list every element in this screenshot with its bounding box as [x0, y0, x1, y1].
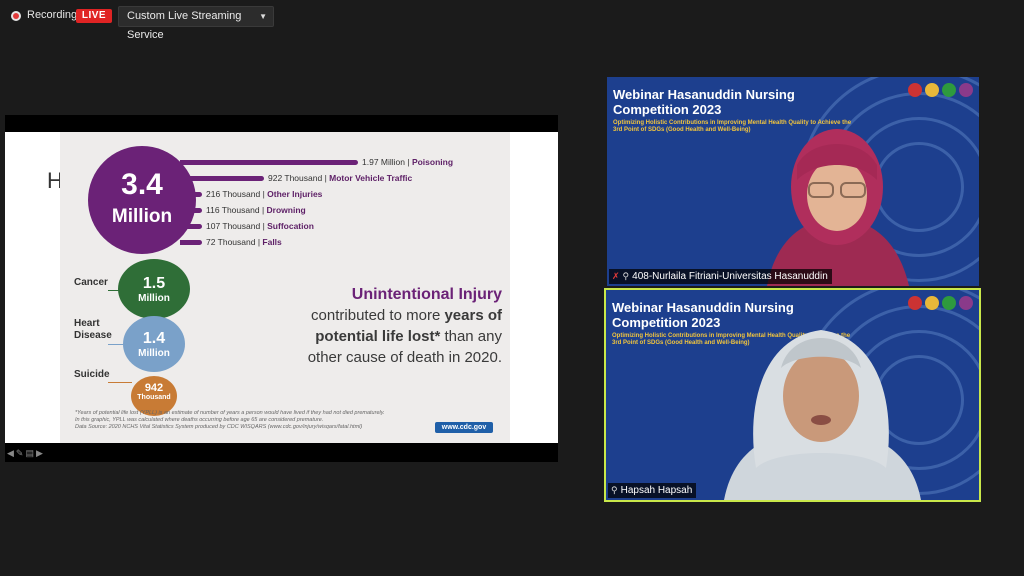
headline-line-2: potential life lost* than any: [315, 328, 502, 345]
slides-icon[interactable]: ▤: [25, 448, 34, 458]
logo-icon: [925, 296, 939, 310]
streaming-service-label: Custom Live Streaming Service: [127, 10, 242, 41]
infographic-headline: Unintentional Injury contributed to more…: [240, 284, 502, 368]
presentation-slide: H 3.4 Million 1.97 Million | Poisoning 92…: [5, 132, 558, 458]
heart-disease-circle: 1.4 Million: [123, 316, 185, 372]
breakdown-bar: [180, 176, 264, 181]
cancer-circle: 1.5 Million: [118, 259, 190, 319]
logo-icon: [959, 296, 973, 310]
cause-label-suicide: Suicide: [74, 369, 110, 380]
breakdown-bar: [180, 160, 358, 165]
participant-name: Hapsah Hapsah: [620, 485, 693, 496]
participant-name-tag: ✗ ⚲ 408-Nurlaila Fitriani-Universitas Hasa…: [609, 269, 832, 284]
streaming-service-dropdown[interactable]: Custom Live Streaming Service ▼: [118, 6, 274, 41]
chevron-down-icon: ▼: [259, 12, 267, 21]
logo-icon: [942, 296, 956, 310]
heart-disease-unit: Million: [138, 348, 170, 359]
pin-icon[interactable]: ⚲: [623, 271, 630, 281]
meeting-top-bar: Recording LIVE Custom Live Streaming Ser…: [0, 0, 1024, 41]
participant-video-feed: [724, 330, 921, 500]
breakdown-label: 1.97 Million | Poisoning: [362, 157, 454, 167]
infographic-footnote: *Years of potential life lost (YPLL) is …: [75, 410, 385, 430]
headline-title: Unintentional Injury: [351, 286, 502, 303]
suicide-value: 942: [144, 382, 164, 394]
breakdown-bar: [180, 208, 202, 213]
recording-icon: [11, 11, 21, 21]
next-slide-icon[interactable]: ▶: [36, 448, 43, 458]
logo-icon: [908, 83, 922, 97]
logo-icon: [925, 83, 939, 97]
breakdown-label: 922 Thousand | Motor Vehicle Traffic: [268, 173, 413, 183]
breakdown-bar: [180, 192, 202, 197]
leader-line: [108, 344, 124, 345]
cancer-unit: Million: [138, 293, 170, 304]
leader-line: [108, 382, 132, 383]
cdc-source-badge: www.cdc.gov: [435, 422, 493, 433]
participant-video-feed: [767, 129, 909, 286]
breakdown-bar: [180, 224, 202, 229]
cancer-value: 1.5: [142, 275, 166, 292]
logo-icon: [959, 83, 973, 97]
infographic: 3.4 Million 1.97 Million | Poisoning 922 …: [60, 132, 510, 443]
event-logos: [905, 83, 973, 102]
logo-icon: [942, 83, 956, 97]
recording-label: Recording: [27, 9, 78, 21]
slide-controls: ◀ ✎ ▤ ▶: [7, 448, 45, 460]
breakdown-label: 216 Thousand | Other Injuries: [206, 189, 323, 199]
participant-name: 408-Nurlaila Fitriani-Universitas Hasanu…: [632, 271, 828, 282]
breakdown-bar: [180, 240, 202, 245]
muted-mic-icon: ✗: [612, 271, 620, 281]
pin-icon[interactable]: ⚲: [611, 485, 618, 495]
heart-disease-value: 1.4: [142, 330, 166, 347]
participant-name-tag: ⚲ Hapsah Hapsah: [608, 483, 697, 498]
breakdown-label: 107 Thousand | Suffocation: [206, 221, 314, 231]
breakdown-label: 72 Thousand | Falls: [206, 237, 282, 247]
pen-icon[interactable]: ✎: [16, 448, 24, 458]
headline-line-3: other cause of death in 2020.: [307, 349, 502, 366]
suicide-unit: Thousand: [137, 394, 171, 401]
previous-slide-icon[interactable]: ◀: [7, 448, 14, 458]
live-badge[interactable]: LIVE: [76, 9, 112, 23]
participant-video-tile[interactable]: Webinar Hasanuddin Nursing Competition 2…: [607, 77, 979, 286]
shared-screen: H 3.4 Million 1.97 Million | Poisoning 92…: [5, 115, 558, 462]
cause-label-cancer: Cancer: [74, 277, 108, 288]
active-speaker-video-tile[interactable]: Webinar Hasanuddin Nursing Competition 2…: [604, 288, 981, 502]
headline-line-1: contributed to more years of: [311, 307, 502, 324]
cause-label-heart-disease: Heart Disease: [74, 318, 112, 341]
breakdown-label: 116 Thousand | Drowning: [206, 205, 306, 215]
virtual-background-title: Webinar Hasanuddin Nursing Competition 2…: [613, 87, 795, 117]
